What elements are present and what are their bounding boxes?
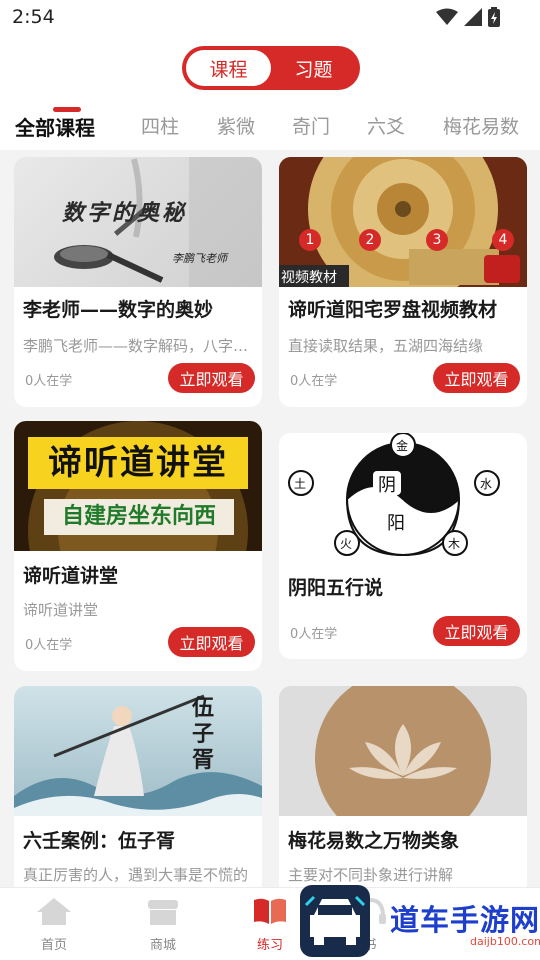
course-thumbnail [279, 686, 527, 816]
element-metal: 金 [396, 439, 409, 453]
element-water: 水 [480, 477, 493, 491]
tab-sizhu[interactable]: 四柱 [141, 112, 179, 139]
thumbnail-yang-label: 阳 [387, 513, 405, 534]
nav-shop-label: 商城 [149, 938, 176, 953]
thumbnail-title: 伍子胥 [192, 696, 215, 773]
thumbnail-subtitle: 自建房坐东向西 [44, 499, 234, 535]
watermark-logo [300, 885, 370, 957]
course-desc: 主要对不同卦象进行讲解 [288, 866, 454, 884]
nav-shop[interactable]: 商城 [128, 896, 198, 953]
course-title: 谛听道阳宅罗盘视频教材 [288, 299, 498, 321]
course-thumbnail: 伍子胥 [14, 686, 262, 816]
course-desc: 真正厉害的人，遇到大事是不慌的 [23, 866, 249, 884]
course-card[interactable]: 数字的奥秘 李鹏飞老师 李老师——数字的奥妙 李鹏飞老师——数字解码，八字命理的… [14, 157, 262, 407]
thumbnail-title: 谛听道讲堂 [28, 437, 248, 489]
lotus-illustration [315, 686, 491, 816]
wifi-icon [436, 8, 458, 25]
learner-count: 0人在学 [290, 627, 338, 642]
element-earth: 土 [294, 477, 307, 491]
learner-count: 0人在学 [25, 374, 73, 389]
watermark-url: daijb100.com [470, 935, 540, 948]
learner-count: 0人在学 [290, 374, 338, 389]
course-thumbnail: 谛听道讲堂 自建房坐东向西 [14, 421, 262, 551]
course-card[interactable]: 1 2 3 4 视频教材 谛听道阳宅罗盘视频教材 直接读取结果，五湖四海结缘 0… [279, 157, 527, 407]
tab-liuyao[interactable]: 六爻 [367, 112, 405, 139]
course-title: 阴阳五行说 [288, 577, 384, 599]
course-card[interactable]: 梅花易数之万物类象 主要对不同卦象进行讲解 [279, 686, 527, 896]
status-time: 2:54 [12, 6, 55, 28]
course-title: 六壬案例：伍子胥 [23, 830, 176, 852]
watch-now-button[interactable]: 立即观看 [433, 616, 520, 646]
active-tab-indicator [53, 107, 81, 112]
toggle-course[interactable]: 课程 [186, 50, 271, 86]
toggle-exercise[interactable]: 习题 [271, 50, 356, 86]
thumbnail-number-3: 3 [426, 229, 448, 251]
thumbnail-yin-label: 阴 [373, 471, 401, 496]
signal-icon [464, 8, 482, 26]
course-title: 梅花易数之万物类象 [288, 830, 460, 852]
tab-meihua[interactable]: 梅花易数 [443, 112, 519, 139]
course-thumbnail: 阴 阳 金 水 木 火 土 [279, 433, 527, 563]
status-icons [436, 7, 500, 27]
watch-now-button[interactable]: 立即观看 [433, 363, 520, 393]
watch-now-button[interactable]: 立即观看 [168, 363, 255, 393]
course-title: 谛听道讲堂 [23, 565, 119, 587]
element-wood: 木 [448, 537, 461, 551]
book-icon [254, 898, 286, 924]
thumbnail-subtitle: 李鹏飞老师 [172, 252, 227, 265]
status-bar: 2:54 [0, 0, 540, 36]
thumbnail-number-2: 2 [359, 229, 381, 251]
course-card[interactable]: 阴 阳 金 水 木 火 土 阴阳五行说 0人在学 立即观看 [279, 433, 527, 659]
element-fire: 火 [340, 537, 353, 551]
nav-practice[interactable]: 练习 [235, 896, 305, 953]
course-desc: 谛听道讲堂 [23, 601, 99, 619]
course-card[interactable]: 伍子胥 六壬案例：伍子胥 真正厉害的人，遇到大事是不慌的 [14, 686, 262, 896]
course-thumbnail: 数字的奥秘 李鹏飞老师 [14, 157, 262, 287]
watermark-text: 道车手游网 [390, 903, 540, 937]
thumbnail-number-4: 4 [492, 229, 514, 251]
category-tabs: 全部课程 四柱 紫微 奇门 六爻 梅花易数 [0, 106, 540, 150]
nav-practice-label: 练习 [256, 938, 283, 953]
thumbnail-number-1: 1 [299, 229, 321, 251]
header: 课程 习题 全部课程 四柱 紫微 奇门 六爻 梅花易数 [0, 36, 540, 150]
home-icon [37, 898, 71, 925]
battery-icon [488, 7, 500, 27]
nav-home-label: 首页 [40, 938, 67, 953]
shop-icon [148, 900, 178, 925]
watch-now-button[interactable]: 立即观看 [168, 627, 255, 657]
car-icon [304, 895, 366, 945]
nav-home[interactable]: 首页 [19, 896, 89, 953]
tab-all-courses[interactable]: 全部课程 [15, 112, 95, 141]
learner-count: 0人在学 [25, 638, 73, 653]
segment-toggle: 课程 习题 [182, 46, 360, 90]
course-desc: 直接读取结果，五湖四海结缘 [288, 337, 484, 355]
course-thumbnail: 1 2 3 4 视频教材 [279, 157, 527, 287]
thumbnail-title: 数字的奥秘 [62, 201, 188, 226]
course-card[interactable]: 谛听道讲堂 自建房坐东向西 谛听道讲堂 谛听道讲堂 0人在学 立即观看 [14, 421, 262, 671]
warrior-illustration [14, 694, 262, 816]
thumbnail-caption: 视频教材 [281, 270, 337, 286]
course-desc: 李鹏飞老师——数字解码，八字命理的专业讲解 [23, 337, 255, 355]
tab-qimen[interactable]: 奇门 [292, 112, 330, 139]
course-title: 李老师——数字的奥妙 [23, 299, 214, 321]
tab-ziwei[interactable]: 紫微 [217, 112, 255, 139]
